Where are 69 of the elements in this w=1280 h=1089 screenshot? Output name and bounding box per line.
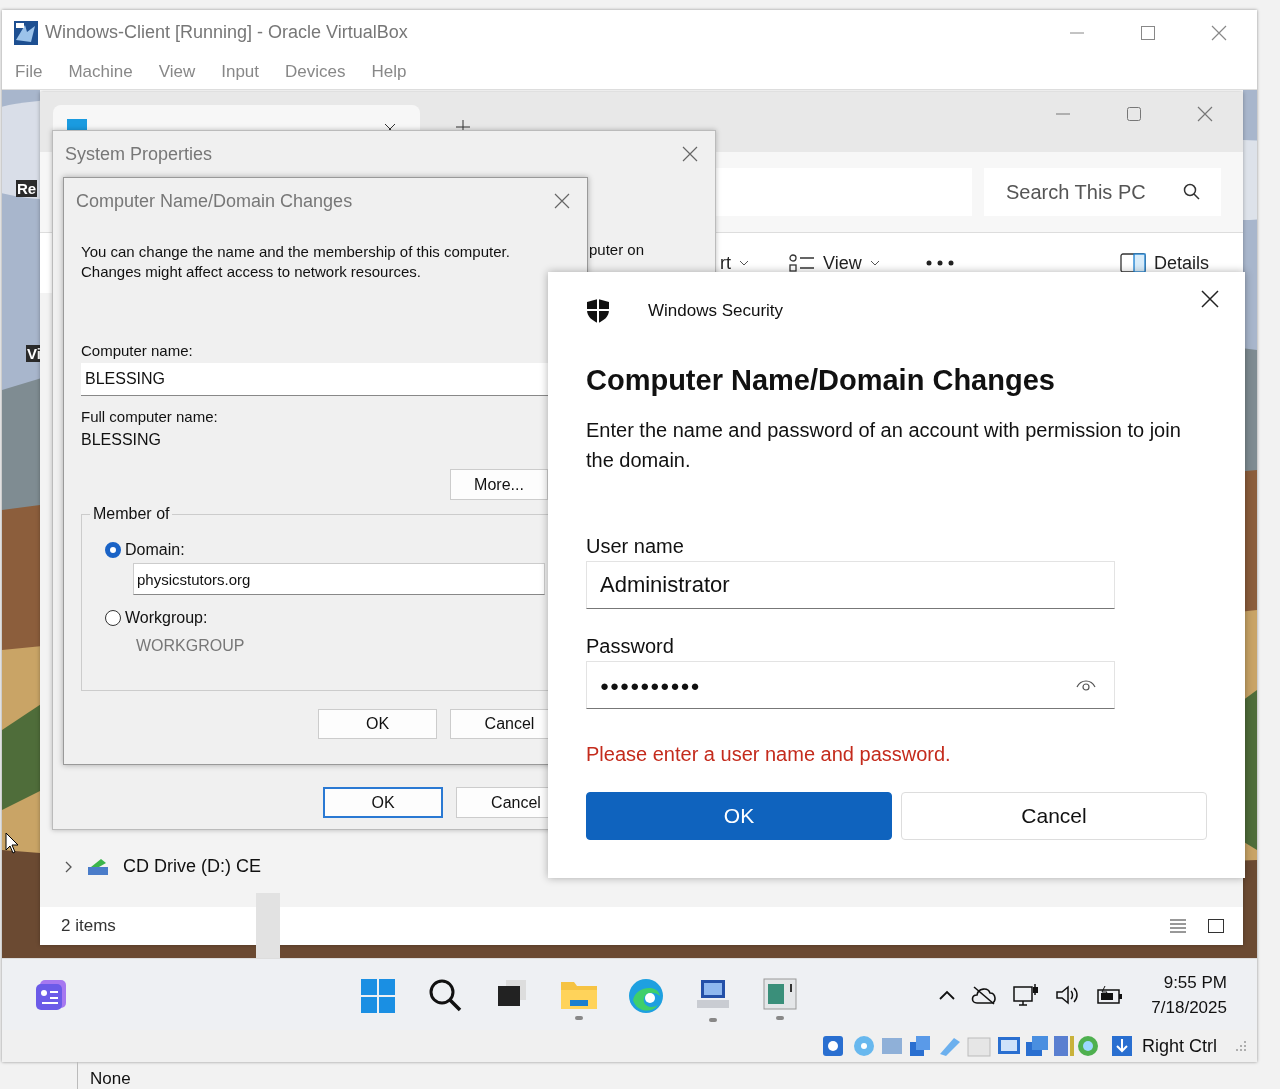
list-view-icon[interactable] — [1169, 918, 1187, 934]
shield-icon — [586, 298, 610, 324]
browser-icon[interactable] — [628, 977, 664, 1014]
sort-button[interactable]: rt — [720, 252, 749, 274]
cloud-off-icon[interactable] — [971, 984, 998, 1005]
task-view-icon[interactable] — [496, 977, 528, 1008]
domain-field[interactable]: physicstutors.org — [133, 563, 545, 595]
table-cell: None — [90, 1069, 131, 1089]
maximize-icon[interactable] — [1126, 106, 1142, 122]
menu-item[interactable]: View — [158, 62, 196, 82]
dialog-message: Enter the name and password of an account with permission to join the domain. — [586, 418, 1182, 473]
chevron-right-icon[interactable] — [65, 860, 73, 873]
password-field[interactable]: ●●●●●●●●●● — [586, 661, 1115, 709]
username-field[interactable]: Administrator — [586, 561, 1115, 609]
search-icon[interactable] — [428, 977, 462, 1012]
radio-button[interactable] — [105, 610, 121, 626]
search-icon — [1183, 183, 1201, 201]
full-computer-name: BLESSING — [81, 431, 163, 449]
virtualbox-logo-icon — [13, 19, 39, 46]
dialog-title: Computer Name/Domain Changes — [76, 190, 353, 212]
description-text: puter on — [589, 241, 645, 258]
more-button[interactable]: More... — [450, 469, 548, 500]
chevron-down-icon — [869, 260, 880, 266]
app-name: Windows Security — [648, 301, 784, 321]
more-options-icon[interactable] — [925, 260, 954, 266]
tiles-view-icon[interactable] — [1207, 918, 1225, 934]
clock-date[interactable]: 7/18/2025 — [1151, 994, 1227, 1020]
chevron-down-icon — [739, 260, 749, 266]
workgroup-value: WORKGROUP — [136, 637, 246, 655]
battery-icon[interactable] — [1097, 984, 1124, 1005]
description-text: You can change the name and the membership of this computer. Changes might affect access to network resources. — [81, 242, 511, 282]
view-button[interactable]: View — [789, 252, 880, 274]
list-icon — [789, 253, 815, 273]
error-message: Please enter a user name and password. — [586, 743, 952, 766]
menu-item[interactable]: Devices — [285, 62, 346, 82]
menu-item[interactable]: File — [15, 62, 43, 82]
field-label: User name — [586, 535, 685, 558]
status-icons-drawing[interactable] — [822, 1034, 1134, 1058]
start-icon[interactable] — [360, 977, 396, 1014]
menu-item[interactable]: Input — [221, 62, 260, 82]
dialog-title: System Properties — [65, 143, 213, 165]
nav-item[interactable]: CD Drive (D:) CE — [40, 856, 1243, 877]
maximize-icon[interactable] — [1140, 24, 1156, 41]
ok-button[interactable]: OK — [586, 792, 892, 840]
field-label: Password — [586, 635, 675, 658]
ok-button[interactable]: OK — [323, 787, 443, 818]
ok-button[interactable]: OK — [318, 709, 437, 739]
field-label: Full computer name: — [81, 408, 219, 425]
scrollbar-thumb[interactable] — [256, 893, 280, 958]
search-field[interactable]: Search This PC — [984, 168, 1221, 216]
cancel-button[interactable]: Cancel — [901, 792, 1207, 840]
window-title: Windows-Client [Running] - Oracle VirtualBox — [45, 22, 408, 43]
menu-item[interactable]: Machine — [68, 62, 133, 82]
radio-button[interactable] — [105, 542, 121, 558]
eye-icon[interactable] — [1076, 678, 1096, 692]
resize-grip-icon[interactable] — [1235, 1040, 1247, 1052]
network-icon[interactable] — [1013, 982, 1040, 1007]
clock-time[interactable]: 9:55 PM — [1163, 969, 1227, 995]
item-count: 2 items — [61, 916, 116, 936]
chevron-up-icon[interactable] — [939, 989, 956, 1000]
field-label: Computer name: — [81, 342, 194, 359]
host-key-label: Right Ctrl — [1142, 1035, 1217, 1057]
drive-icon — [87, 857, 109, 876]
app-window-icon[interactable] — [763, 977, 797, 1010]
close-icon[interactable] — [1201, 290, 1219, 308]
details-pane-icon — [1119, 253, 1146, 273]
menu-item[interactable]: Help — [371, 62, 407, 82]
dialog-heading: Computer Name/Domain Changes — [586, 364, 1056, 397]
details-button[interactable]: Details — [1119, 252, 1209, 274]
